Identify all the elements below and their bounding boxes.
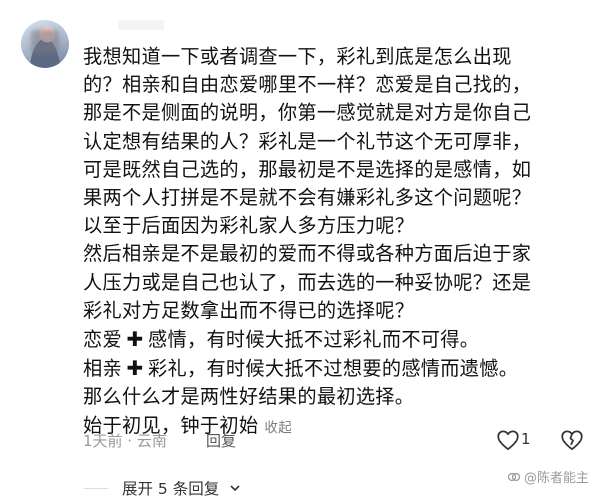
comment-line: 那么什么才是两性好结果的最初选择。 xyxy=(83,385,415,409)
formula-right: 感情，有时候大抵不过彩礼而不可得。 xyxy=(147,328,480,352)
comment-line: 然后相亲是不是最初的爱而不得或各种方面后迫于家 xyxy=(83,242,532,266)
watermark-text: @陈者能主 xyxy=(523,471,589,486)
comment-line: 认定想有结果的人？彩礼是一个礼节这个无可厚非， xyxy=(83,129,532,153)
watermark: @陈者能主 xyxy=(507,467,589,486)
watermark-logo-icon xyxy=(507,470,521,484)
formula-line-matchmaking: 相亲 ✚ 彩礼，有时候大抵不过想要的感情而遗憾。 xyxy=(83,354,588,383)
comment-line: 彩礼对方足数拿出而不得已的选择呢？ xyxy=(83,298,415,322)
broken-heart-icon[interactable] xyxy=(559,427,585,453)
reply-button[interactable]: 回复 xyxy=(206,430,236,451)
formula-right: 彩礼，有时候大抵不过想要的感情而遗憾。 xyxy=(147,357,519,381)
avatar[interactable] xyxy=(21,20,69,68)
comment-line: 可是既然自己选的，那最初是不是选择的是感情，如 xyxy=(83,157,532,181)
comment-line: 那是不是侧面的说明，你第一感觉就是对方是你自己 xyxy=(83,101,532,125)
divider xyxy=(84,488,108,489)
comment-meta: 1天前 · 云南 回复 1 xyxy=(83,430,588,454)
comment-line: 果两个人打拼是不是就不会有嫌彩礼多这个问题呢？ xyxy=(83,186,532,210)
avatar-blur-mask xyxy=(31,30,59,54)
formula-line-love: 恋爱 ✚ 感情，有时候大抵不过彩礼而不可得。 xyxy=(83,325,588,354)
chevron-down-icon xyxy=(228,481,242,499)
plus-icon: ✚ xyxy=(126,356,144,381)
comment-line: 人压力或是自己也认了，而去选的一种妥协呢？还是 xyxy=(83,270,532,294)
comment-line: 以至于后面因为彩礼家人多方压力呢？ xyxy=(83,214,415,238)
username-placeholder xyxy=(118,20,164,30)
like-count: 1 xyxy=(521,430,531,448)
comment-line: 的？相亲和自由恋爱哪里不一样？恋爱是自己找的， xyxy=(83,73,532,97)
formula-left: 相亲 xyxy=(83,357,122,381)
expand-replies-button[interactable]: 展开 5 条回复 xyxy=(84,477,242,499)
heart-outline-icon[interactable] xyxy=(495,427,521,453)
formula-left: 恋爱 xyxy=(83,328,122,352)
expand-replies-label: 展开 5 条回复 xyxy=(122,480,220,498)
comment-body: 我想知道一下或者调查一下，彩礼到底是怎么出现 的？相亲和自由恋爱哪里不一样？恋爱… xyxy=(83,43,588,442)
timestamp-location: 1天前 · 云南 xyxy=(83,432,167,450)
plus-icon: ✚ xyxy=(126,327,144,352)
comment-line: 我想知道一下或者调查一下，彩礼到底是怎么出现 xyxy=(83,45,512,68)
